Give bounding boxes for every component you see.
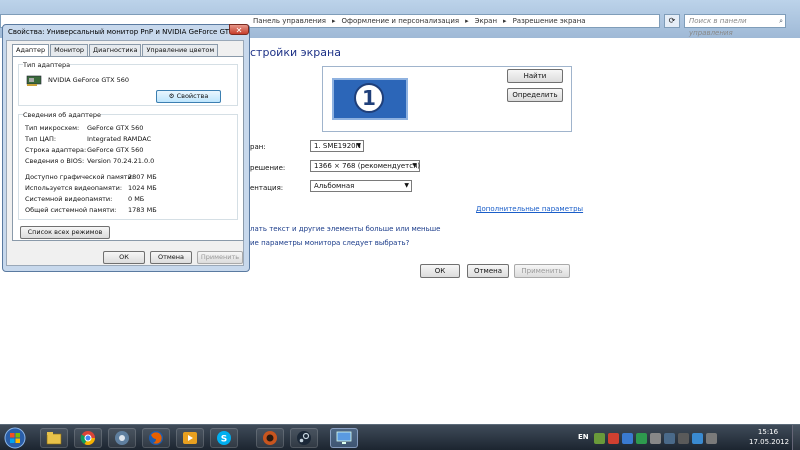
identify-button[interactable]: Определить [507,88,563,102]
tray-network-icon[interactable] [622,432,633,444]
adapter-info-title: Сведения об адаптере [23,111,101,119]
video-card-icon [26,75,42,86]
display-label: ран: [250,143,266,151]
info-value: Version 70.24.21.0.0 [87,157,155,165]
find-button[interactable]: Найти [507,69,563,83]
shield-icon: ⚙ [168,92,175,100]
memory-label: Используется видеопамяти: [25,184,123,192]
ok-button[interactable]: ОК [420,264,460,278]
chrome-icon[interactable] [74,428,102,448]
monitor-number: 1 [354,83,384,113]
language-indicator[interactable]: EN [578,433,589,441]
start-button[interactable] [2,427,28,449]
chevron-down-icon: ▼ [356,142,361,149]
memory-label: Доступно графической памяти: [25,173,134,181]
info-value: Integrated RAMDAC [87,135,152,143]
windows-explorer-icon[interactable] [40,428,68,448]
info-label: Строка адаптера: [25,146,87,154]
tray-flag-icon[interactable] [650,432,661,444]
breadcrumb-item[interactable]: Панель управления [253,17,326,25]
info-value: GeForce GTX 560 [87,146,144,154]
refresh-button[interactable]: ⟳ [664,14,680,28]
search-input[interactable]: Поиск в панели управления ⌕ [684,14,786,37]
display-settings-icon[interactable] [330,428,358,448]
info-label: Сведения о BIOS: [25,157,85,165]
memory-value: 0 МБ [128,195,145,203]
chevron-down-icon: ▼ [412,162,417,169]
media-player-icon[interactable] [176,428,204,448]
search-icon: ⌕ [779,17,783,25]
orientation-label: ентация: [250,184,284,192]
close-button[interactable]: ✕ [229,24,249,35]
orientation-select[interactable]: Альбомная ▼ [310,180,412,192]
resolution-label: решение: [250,164,286,172]
display-select[interactable]: 1. SME1920N ▼ [310,140,364,152]
text-size-link[interactable]: лать текст и другие элементы больше или … [250,225,440,233]
memory-value: 1783 МБ [128,206,157,214]
dialog-cancel-button[interactable]: Отмена [150,251,192,264]
tray-app-icon[interactable] [594,432,605,444]
advanced-settings-link[interactable]: Дополнительные параметры [476,205,583,213]
memory-label: Общей системной памяти: [25,206,117,214]
svg-text:S: S [221,435,227,445]
adapter-name: NVIDIA GeForce GTX 560 [48,76,130,84]
tray-device-icon[interactable] [678,432,689,444]
dialog-ok-button[interactable]: ОК [103,251,145,264]
adapter-type-title: Тип адаптера [23,61,71,69]
steam-like-icon[interactable] [108,428,136,448]
info-label: Тип ЦАП: [25,135,57,143]
info-value: GeForce GTX 560 [87,124,144,132]
info-label: Тип микросхем: [25,124,80,132]
steam-icon[interactable] [290,428,318,448]
dialog-apply-button[interactable]: Применить [197,251,243,264]
tray-wifi-icon[interactable] [692,432,703,444]
apply-button[interactable]: Применить [514,264,570,278]
tray-sound-icon[interactable] [706,432,717,444]
page-title: стройки экрана [250,46,341,59]
breadcrumb-item[interactable]: Разрешение экрана [513,17,586,25]
system-tray [594,431,720,445]
breadcrumb-item[interactable]: Экран [475,17,497,25]
memory-value: 2807 МБ [128,173,157,181]
memory-label: Системной видеопамяти: [25,195,113,203]
tf2-icon[interactable] [256,428,284,448]
tray-antivirus-icon[interactable] [608,432,619,444]
show-desktop-button[interactable] [792,425,800,450]
resolution-select[interactable]: 1366 × 768 (рекомендуется) ▼ [310,160,420,172]
dialog-title: Свойства: Универсальный монитор PnP и NV… [8,28,234,36]
system-clock[interactable]: 15:16 17.05.2012 [749,427,790,447]
monitor-params-link[interactable]: ие параметры монитора следует выбрать? [250,239,409,247]
firefox-icon[interactable] [142,428,170,448]
cancel-button[interactable]: Отмена [467,264,509,278]
properties-button[interactable]: ⚙ Свойства [156,90,221,103]
breadcrumb-item[interactable]: Оформление и персонализация [341,17,459,25]
tab-color-management[interactable]: Управление цветом [142,44,219,56]
skype-icon[interactable]: S [210,428,238,448]
tray-volume-icon[interactable] [664,432,675,444]
clock-date: 17.05.2012 [749,438,790,446]
chevron-down-icon: ▼ [404,182,409,189]
tab-diagnostics[interactable]: Диагностика [89,44,142,56]
tab-monitor[interactable]: Монитор [50,44,89,56]
tray-nvidia-icon[interactable] [636,432,647,444]
memory-value: 1024 МБ [128,184,157,192]
clock-time: 15:16 [757,428,779,436]
list-all-modes-button[interactable]: Список всех режимов [20,226,110,239]
